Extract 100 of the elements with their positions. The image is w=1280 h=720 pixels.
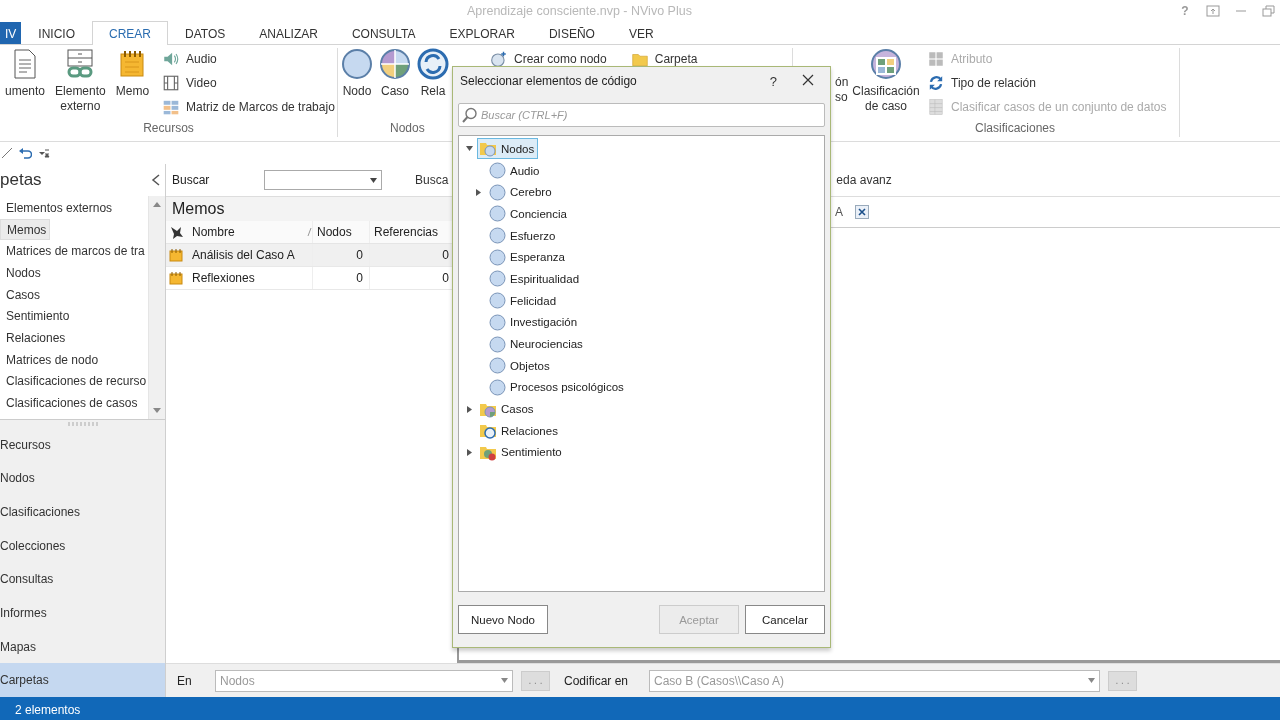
scroll-up-icon bbox=[153, 201, 161, 207]
navigation-item[interactable]: Mapas bbox=[0, 629, 165, 664]
ribbon-display-icon bbox=[1206, 5, 1220, 17]
table-row[interactable]: Análisis del Caso A 0 0 bbox=[166, 244, 453, 267]
navigation-item[interactable]: Consultas bbox=[0, 562, 165, 597]
table-cell: 0 bbox=[313, 267, 370, 289]
column-header[interactable]: Referencias bbox=[370, 221, 453, 243]
dropdown-arrow-icon bbox=[1088, 678, 1095, 683]
dialog-button[interactable]: Nuevo Nodo bbox=[458, 605, 548, 634]
tree-item[interactable]: Cerebro bbox=[486, 181, 556, 203]
help-button[interactable]: ? bbox=[769, 73, 777, 89]
folder-item[interactable]: Elementos externos bbox=[0, 197, 116, 219]
scroll-down-icon bbox=[153, 408, 161, 414]
tree-item[interactable]: Conciencia bbox=[486, 203, 571, 225]
navigation-item[interactable]: Clasificaciones bbox=[0, 495, 165, 529]
circle-icon bbox=[489, 357, 506, 375]
speaker-icon bbox=[162, 50, 181, 68]
pane-title: petas bbox=[0, 170, 42, 190]
ribbon-button[interactable]: Clasificación de caso bbox=[851, 48, 921, 114]
table-cell: Análisis del Caso A bbox=[186, 244, 313, 266]
dialog-title: Seleccionar elementos de código bbox=[460, 74, 637, 88]
ribbon-button[interactable]: Nodo bbox=[338, 48, 376, 99]
close-button[interactable] bbox=[855, 205, 869, 219]
ribbon-button[interactable]: Carpeta bbox=[628, 48, 700, 70]
ribbon-tab[interactable]: INICIO bbox=[21, 22, 92, 44]
tree-item[interactable]: Investigación bbox=[486, 311, 582, 333]
ribbon-button[interactable]: Matriz de Marcos de trabajo bbox=[160, 96, 337, 118]
tree-item[interactable]: Neurociencias bbox=[486, 333, 587, 355]
folder-item[interactable]: Nodos bbox=[0, 262, 44, 284]
group-label: Nodos bbox=[389, 121, 426, 137]
tree-item[interactable]: Espiritualidad bbox=[486, 268, 584, 290]
ribbon-tab[interactable]: CREAR bbox=[92, 21, 169, 45]
folder-item[interactable]: Memos bbox=[0, 218, 51, 241]
document-tab[interactable]: A bbox=[835, 205, 843, 219]
navigation-item[interactable]: Nodos bbox=[0, 461, 165, 496]
notepad-icon bbox=[169, 248, 183, 262]
circle-icon bbox=[489, 162, 506, 180]
navigation-item[interactable]: Informes bbox=[0, 596, 165, 630]
search-link[interactable]: Busca bbox=[415, 173, 449, 187]
ribbon-button[interactable]: Caso bbox=[376, 48, 414, 99]
tree-item[interactable]: Procesos psicológicos bbox=[486, 376, 628, 398]
folder-item[interactable]: Matrices de marcos de tra bbox=[0, 240, 148, 263]
tree-item[interactable]: Casos bbox=[477, 398, 538, 420]
ribbon-button[interactable]: Tipo de relación bbox=[925, 72, 1169, 94]
ribbon-tab[interactable]: VER bbox=[611, 22, 671, 44]
folder-item[interactable]: Sentimiento bbox=[0, 305, 73, 328]
tree-item[interactable]: Esperanza bbox=[486, 246, 569, 268]
table-row[interactable]: Reflexiones 0 0 bbox=[166, 267, 453, 290]
tree-item[interactable]: Felicidad bbox=[486, 290, 561, 312]
matrix-icon bbox=[162, 98, 181, 116]
button-label[interactable]: so bbox=[835, 90, 851, 105]
search-field[interactable]: Buscar (CTRL+F) bbox=[458, 103, 825, 127]
collapsed-arrow-icon[interactable] bbox=[465, 448, 473, 456]
navigation-item[interactable]: Carpetas bbox=[0, 663, 165, 697]
film-icon bbox=[162, 74, 181, 92]
circle-icon bbox=[489, 183, 506, 201]
group-label: Clasificaciones bbox=[973, 121, 1056, 137]
close-button[interactable] bbox=[801, 74, 815, 88]
tree-item[interactable]: Relaciones bbox=[477, 420, 562, 442]
folder-item[interactable]: Clasificaciones de casos bbox=[0, 392, 141, 414]
circular-arrows-icon bbox=[417, 48, 449, 80]
status-bar: 2 elementos bbox=[0, 697, 1280, 720]
expanded-arrow-icon[interactable] bbox=[465, 145, 473, 153]
ribbon-button[interactable]: Video bbox=[160, 72, 337, 94]
collapsed-arrow-icon[interactable] bbox=[465, 405, 473, 413]
ribbon-tab[interactable]: DISEÑO bbox=[531, 22, 612, 44]
collapsed-arrow-icon[interactable] bbox=[474, 188, 482, 196]
pin-icon bbox=[169, 225, 183, 239]
group-label: Recursos bbox=[142, 121, 195, 137]
ribbon-tab[interactable]: ANALIZAR bbox=[242, 22, 335, 44]
ribbon-tab[interactable]: EXPLORAR bbox=[432, 22, 532, 44]
table-cell: 0 bbox=[313, 244, 370, 266]
ribbon-button[interactable]: umento bbox=[0, 48, 51, 99]
tree-item[interactable]: Esfuerzo bbox=[486, 225, 560, 247]
ribbon-button[interactable]: Memo bbox=[110, 48, 155, 99]
circle-icon bbox=[489, 378, 506, 396]
folder-item[interactable]: Relaciones bbox=[0, 327, 69, 349]
circle-icon bbox=[489, 248, 506, 266]
tree-item[interactable]: Sentimiento bbox=[477, 441, 566, 463]
dialog-button[interactable]: Cancelar bbox=[745, 605, 825, 634]
navigation-item[interactable]: Colecciones bbox=[0, 528, 165, 563]
tree-item[interactable]: Nodos bbox=[477, 138, 539, 160]
tree-item[interactable]: Objetos bbox=[486, 355, 554, 377]
folder-item[interactable]: Casos bbox=[0, 283, 43, 306]
button-label[interactable]: ón bbox=[835, 75, 851, 90]
folder-item[interactable]: Matrices de nodo bbox=[0, 348, 102, 371]
ribbon-button[interactable]: Elemento externo bbox=[50, 48, 111, 114]
close-icon bbox=[858, 208, 866, 216]
ribbon-button[interactable]: Crear como nodo bbox=[488, 48, 609, 70]
ribbon-tab[interactable]: CONSULTA bbox=[334, 22, 433, 44]
navigation-item[interactable]: Recursos bbox=[0, 428, 165, 462]
folder-icon bbox=[480, 422, 497, 440]
folder-item[interactable]: Clasificaciones de recurso bbox=[0, 370, 148, 393]
file-tab[interactable]: IV bbox=[0, 22, 22, 44]
advanced-search-link[interactable]: eda avanz bbox=[836, 173, 892, 187]
ribbon-button[interactable]: Rela bbox=[414, 48, 452, 99]
tree-item[interactable]: Audio bbox=[486, 160, 544, 182]
ribbon-tab[interactable]: DATOS bbox=[168, 22, 243, 44]
ribbon-button[interactable]: Audio bbox=[160, 48, 337, 70]
column-header[interactable]: Nodos bbox=[313, 221, 370, 243]
